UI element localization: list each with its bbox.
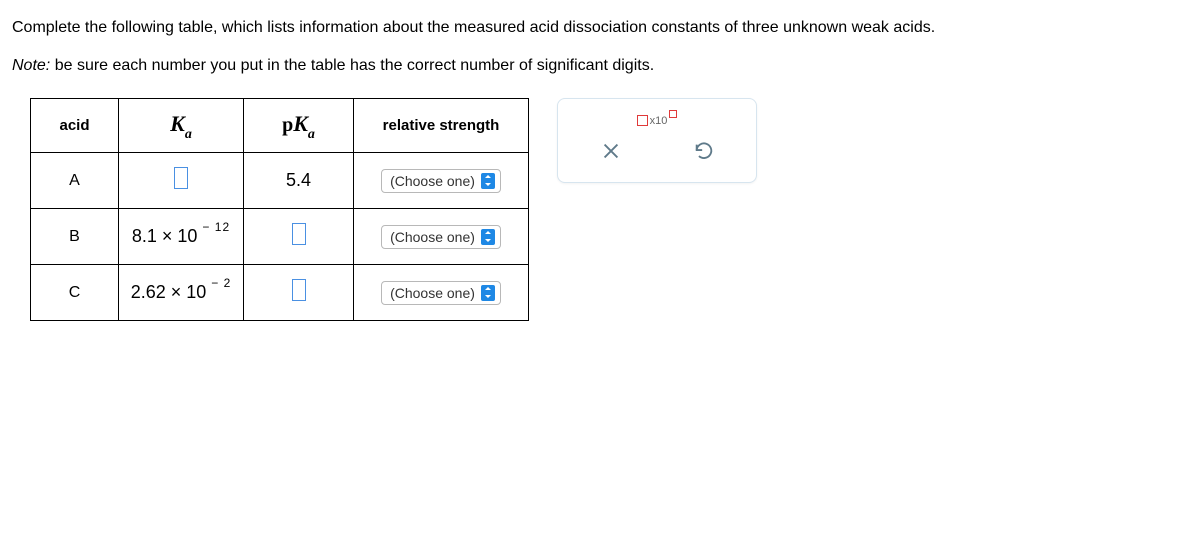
header-acid: acid xyxy=(31,99,119,153)
relative-strength-select[interactable]: (Choose one) xyxy=(381,281,501,305)
input-slot[interactable] xyxy=(174,167,188,189)
ka-base: 8.1 × 10 xyxy=(132,226,198,247)
note-body: be sure each number you put in the table… xyxy=(50,57,654,74)
instruction-note: Note: be sure each number you put in the… xyxy=(12,54,1188,78)
ka-value: 2.62 × 10 − 2 xyxy=(119,265,244,321)
note-label: Note: xyxy=(12,57,50,74)
stepper-icon xyxy=(481,229,495,245)
ka-input-cell[interactable] xyxy=(119,153,244,209)
pka-input-cell[interactable] xyxy=(244,265,354,321)
header-relative-strength: relative strength xyxy=(354,99,529,153)
close-icon xyxy=(600,140,622,162)
stepper-icon xyxy=(481,173,495,189)
undo-icon xyxy=(693,140,715,162)
ka-symbol: K xyxy=(170,111,185,136)
select-label: (Choose one) xyxy=(390,285,475,301)
instruction-line-1: Complete the following table, which list… xyxy=(12,16,1188,40)
select-label: (Choose one) xyxy=(390,173,475,189)
table-row: C 2.62 × 10 − 2 (Choose one) xyxy=(31,265,529,321)
acid-label: B xyxy=(31,209,119,265)
pka-sub: a xyxy=(308,127,315,142)
scientific-notation-button[interactable]: x10 xyxy=(637,113,678,128)
ka-exponent: − 12 xyxy=(202,220,230,234)
table-row: B 8.1 × 10 − 12 (Choose one) xyxy=(31,209,529,265)
ka-value: 8.1 × 10 − 12 xyxy=(119,209,244,265)
ka-exponent: − 2 xyxy=(211,276,231,290)
header-pka: pKa xyxy=(244,99,354,153)
pka-prefix: p xyxy=(282,114,293,136)
ka-subscript: a xyxy=(185,127,192,142)
relative-strength-select[interactable]: (Choose one) xyxy=(381,225,501,249)
header-ka: Ka xyxy=(119,99,244,153)
pka-k: K xyxy=(293,111,308,136)
acid-label: A xyxy=(31,153,119,209)
table-row: A 5.4 (Choose one) xyxy=(31,153,529,209)
acid-label: C xyxy=(31,265,119,321)
stepper-icon xyxy=(481,285,495,301)
input-slot[interactable] xyxy=(292,223,306,245)
clear-button[interactable] xyxy=(594,134,628,168)
acid-table: acid Ka pKa relative strength A 5.4 (Cho… xyxy=(30,98,529,321)
pka-value: 5.4 xyxy=(244,153,354,209)
relative-strength-select[interactable]: (Choose one) xyxy=(381,169,501,193)
select-label: (Choose one) xyxy=(390,229,475,245)
pka-input-cell[interactable] xyxy=(244,209,354,265)
exponent-placeholder-icon xyxy=(669,110,677,118)
ka-base: 2.62 × 10 xyxy=(131,282,207,303)
mantissa-placeholder-icon xyxy=(637,115,648,126)
reset-button[interactable] xyxy=(687,134,721,168)
x10-label: x10 xyxy=(650,115,668,127)
input-slot[interactable] xyxy=(292,279,306,301)
input-toolbox: x10 xyxy=(557,98,757,183)
